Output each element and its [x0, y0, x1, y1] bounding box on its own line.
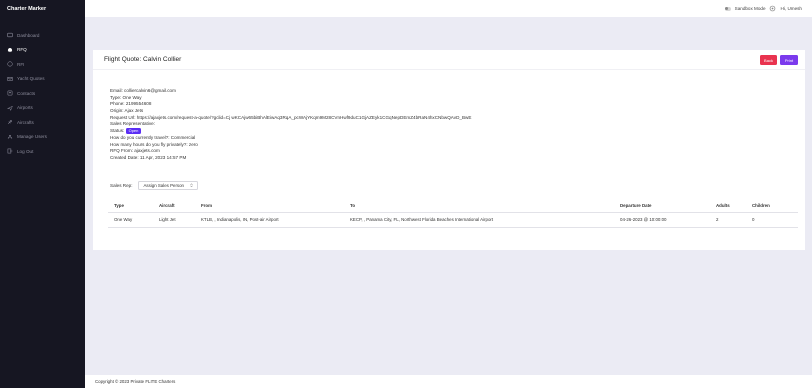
sidebar-item-contacts[interactable]: Contacts [0, 86, 85, 101]
column-header-to: To [344, 200, 614, 213]
sandbox-label: Sandbox Mode [734, 6, 766, 11]
users-icon [6, 133, 13, 140]
sales-representative-text: Sales Representative: [110, 121, 155, 127]
sidebar-item-label: Yacht Quotes [17, 76, 45, 82]
sandbox-toggle[interactable] [724, 6, 731, 11]
status-row: Status: Open [110, 128, 471, 135]
copyright-text: Copyright © 2023 Private FLITE Charters [95, 379, 176, 384]
page-title: Flight Quote: Calvin Collier [104, 56, 182, 63]
sidebar-item-label: Contacts [17, 90, 36, 96]
column-header-aircraft: Aircraft [153, 200, 195, 213]
sales-rep-select[interactable]: Assign Sales Person [138, 181, 199, 190]
sidebar-item-manage-users[interactable]: Manage Users [0, 130, 85, 145]
print-button[interactable]: Print [780, 55, 798, 65]
sidebar-item-aircrafts[interactable]: Aircrafts [0, 115, 85, 130]
dashboard-icon [6, 32, 13, 39]
mail-icon [6, 75, 13, 82]
request-url-text: Request Url: https://ajaxjets.com/reques… [110, 114, 472, 120]
column-header-children: Children [746, 200, 798, 213]
sidebar-item-yacht-quotes[interactable]: Yacht Quotes [0, 72, 85, 87]
email-text: Email: colliercalvin6@gmail.com [110, 88, 176, 93]
logout-icon [6, 148, 13, 155]
column-header-adults: Adults [710, 200, 746, 213]
sidebar-item-label: Airports [17, 105, 33, 111]
sales-rep-select-value: Assign Sales Person [143, 183, 184, 188]
user-greeting[interactable]: Hi, Umesh [781, 6, 802, 11]
phone-text: Phone: 2199554608 [110, 101, 152, 107]
travel-text: How do you currently travel?: Commercial [110, 134, 196, 140]
card-header: Flight Quote: Calvin Collier [93, 50, 805, 70]
cell-departure-date: 04-26-2023 @ 10:00:00 [614, 212, 710, 228]
sidebar-item-label: Log Out [17, 148, 34, 154]
sidebar-item-label: Aircrafts [17, 119, 34, 125]
type-text: Type: One Way [110, 94, 142, 100]
column-header-departure-date: Departure Date [614, 200, 710, 213]
footer: Copyright © 2023 Private FLITE Charters [85, 375, 812, 388]
cell-aircraft: Light Jet [153, 212, 195, 228]
column-header-from: From [195, 200, 344, 213]
flight-quote-card: Flight Quote: Calvin Collier Back Print … [93, 50, 805, 250]
column-header-type: Type [108, 200, 153, 213]
sidebar-item-log-out[interactable]: Log Out [0, 144, 85, 159]
created-date-text: Created Date: 11 Apr, 2023 14:57 PM [110, 154, 187, 160]
flight-table: Type Aircraft From To Departure Date Adu… [108, 200, 798, 228]
sidebar-item-label: RFQ [17, 47, 27, 53]
sidebar-item-dashboard[interactable]: Dashboard [0, 28, 85, 43]
sidebar-item-airports[interactable]: Airports [0, 101, 85, 116]
cell-to: KECP, , Panama City, FL, Northwest Flori… [344, 212, 614, 228]
sidebar-item-label: Manage Users [17, 134, 47, 140]
hours-text: How many hours do you fly privately?: ze… [110, 141, 198, 147]
sidebar-item-label: Dashboard [17, 32, 40, 38]
cell-type: One Way [108, 212, 153, 228]
cell-children: 0 [746, 212, 798, 228]
sidebar: Charter Marker Dashboard RFQ RFI Yacht Q… [0, 0, 85, 388]
plane-icon [6, 104, 13, 111]
status-label: Status: [110, 128, 125, 134]
topbar: Sandbox Mode Hi, Umesh [85, 0, 812, 17]
table-row: One Way Light Jet KTLB, , Indianapolis, … [108, 212, 798, 228]
help-circle-icon [6, 61, 13, 68]
quote-details: Email: colliercalvin6@gmail.com Type: On… [110, 88, 471, 162]
bell-icon [6, 46, 13, 53]
cell-from: KTLB, , Indianapolis, IN, Post-air Airpo… [195, 212, 344, 228]
origin-text: Origin: Ajax Jets [110, 108, 144, 114]
back-button[interactable]: Back [760, 55, 777, 65]
contacts-icon [6, 90, 13, 97]
sidebar-nav: Dashboard RFQ RFI Yacht Quotes Contacts [0, 28, 85, 159]
cell-adults: 2 [710, 212, 746, 228]
sidebar-item-rfi[interactable]: RFI [0, 57, 85, 72]
sales-rep-label: Sales Rep: [110, 183, 133, 188]
sidebar-item-label: RFI [17, 61, 25, 67]
table-header-row: Type Aircraft From To Departure Date Adu… [108, 200, 798, 213]
sidebar-item-rfq[interactable]: RFQ [0, 43, 85, 58]
sales-rep-row: Sales Rep: Assign Sales Person [110, 181, 199, 190]
status-badge: Open [125, 128, 142, 135]
brand-logo[interactable]: Charter Marker [0, 0, 85, 17]
aircraft-icon [6, 119, 13, 126]
gear-icon[interactable] [769, 5, 776, 12]
rfq-from-text: RFQ From: ajaxjets.com [110, 148, 160, 154]
chevron-updown-icon [190, 183, 194, 189]
